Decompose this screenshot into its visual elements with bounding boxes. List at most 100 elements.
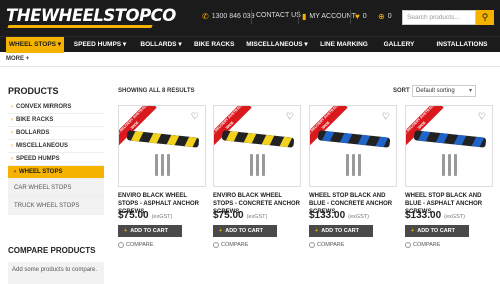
main-nav: WHEEL STOPS ▾ SPEED HUMPS ▾ BOLLARDS ▾ B… — [0, 36, 500, 53]
stripe — [184, 136, 198, 148]
add-to-cart-button[interactable]: + ADD TO CART — [213, 225, 277, 237]
sidebar-item-label: CAR WHEEL STOPS — [14, 185, 72, 191]
product-image[interactable]: FREE DELIVERY AUSTRALIA WIDE ♡ — [118, 105, 206, 187]
product-gst: (exGST) — [348, 214, 369, 220]
search-input[interactable]: Search products... — [402, 10, 476, 25]
compare-checkbox[interactable]: COMPARE — [405, 242, 493, 248]
wishlist-link[interactable]: ♥ 0 — [355, 12, 367, 21]
nav-speed-humps[interactable]: SPEED HUMPS ▾ — [72, 37, 128, 53]
nav-label: INSTALLATIONS — [436, 41, 488, 48]
sort-value: Default sorting — [416, 88, 455, 94]
product-gst: (exGST) — [246, 214, 268, 220]
product-price: $133.00 — [309, 210, 346, 221]
sidebar-item-wheel-stops[interactable]: › WHEEL STOPS — [8, 166, 104, 179]
stripe — [339, 132, 353, 144]
stripe — [243, 132, 257, 144]
nav-gallery[interactable]: GALLERY — [382, 37, 416, 53]
nav-label: SPEED HUMPS — [73, 41, 122, 48]
product-image[interactable]: FREE DELIVERY AUSTRALIA WIDE ♡ — [309, 105, 397, 187]
product-price: $75.00 — [213, 210, 244, 221]
sidebar-item-label: WHEEL STOPS — [19, 169, 63, 175]
sidebar-item-bollards[interactable]: › BOLLARDS — [8, 127, 104, 140]
plus-icon: + — [411, 228, 415, 234]
nav-bollards[interactable]: BOLLARDS ▾ — [136, 37, 186, 53]
nav-label: MISCELLANEOUS — [246, 41, 303, 48]
product-name[interactable]: WHEEL STOP BLACK AND BLUE - ASPHALT ANCH… — [405, 192, 493, 215]
logo-text: THEWHEELSTOPCO — [6, 6, 176, 25]
wheel-stop-image — [221, 130, 295, 148]
phone-number: 1300 846 039 — [211, 13, 255, 20]
chevron-right-icon: › — [11, 117, 13, 123]
nav-bike-racks[interactable]: BIKE RACKS — [194, 37, 234, 53]
wishlist-heart-icon[interactable]: ♡ — [382, 111, 390, 122]
stripe — [435, 132, 449, 144]
sidebar-subitem-truck-wheel-stops[interactable]: TRUCK WHEEL STOPS — [8, 197, 104, 215]
anchor-screws-image — [442, 154, 457, 176]
more-link[interactable]: MORE + — [6, 56, 29, 62]
radio-icon — [213, 242, 219, 248]
anchor-screws-image — [250, 154, 265, 176]
product-image[interactable]: FREE DELIVERY AUSTRALIA WIDE ♡ — [405, 105, 493, 187]
plus-icon: + — [219, 228, 223, 234]
sidebar-item-miscellaneous[interactable]: › MISCELLANEOUS — [8, 140, 104, 153]
sidebar-item-convex-mirrors[interactable]: › CONVEX MIRRORS — [8, 101, 104, 114]
product-name[interactable]: ENVIRO BLACK WHEEL STOPS - CONCRETE ANCH… — [213, 192, 301, 215]
product-image[interactable]: FREE DELIVERY AUSTRALIA WIDE ♡ — [213, 105, 301, 187]
wishlist-count: 0 — [362, 13, 367, 20]
add-to-cart-button[interactable]: + ADD TO CART — [118, 225, 182, 237]
stripe — [148, 132, 162, 144]
chevron-right-icon: › — [11, 130, 13, 136]
heart-icon: ♥ — [355, 12, 360, 21]
site-logo[interactable]: THEWHEELSTOPCO — [6, 5, 176, 29]
results-count: SHOWING ALL 8 RESULTS — [118, 88, 195, 94]
cart-count: 0 — [387, 13, 392, 20]
search-button[interactable]: ⚲ — [476, 10, 494, 25]
compare-label: COMPARE — [317, 242, 345, 248]
cart-link[interactable]: ⊕ 0 — [378, 12, 392, 21]
nav-installations[interactable]: INSTALLATIONS — [430, 37, 494, 53]
wishlist-heart-icon[interactable]: ♡ — [286, 111, 294, 122]
phone-link[interactable]: ✆ 1300 846 039 — [202, 12, 255, 21]
anchor-screws-image — [346, 154, 361, 176]
account-link[interactable]: ▮ MY ACCOUNT — [302, 12, 356, 21]
product-card: FREE DELIVERY AUSTRALIA WIDE ♡ ENVIRO BL… — [118, 105, 206, 248]
wheel-stop-image — [413, 130, 487, 148]
product-name[interactable]: WHEEL STOP BLACK AND BLUE - CONCRETE ANC… — [309, 192, 397, 215]
compare-products-title: COMPARE PRODUCTS — [8, 246, 96, 255]
divider — [350, 10, 351, 24]
nav-label: BOLLARDS — [140, 41, 177, 48]
nav-miscellaneous[interactable]: MISCELLANEOUS ▾ — [244, 37, 310, 53]
compare-checkbox[interactable]: COMPARE — [309, 242, 397, 248]
contact-link[interactable]: CONTACT US — [256, 12, 301, 19]
wheel-stop-image — [317, 130, 391, 148]
product-name[interactable]: ENVIRO BLACK WHEEL STOPS - ASPHALT ANCHO… — [118, 192, 206, 215]
product-card: FREE DELIVERY AUSTRALIA WIDE ♡ WHEEL STO… — [309, 105, 397, 248]
wishlist-heart-icon[interactable]: ♡ — [191, 111, 199, 122]
radio-icon — [309, 242, 315, 248]
wishlist-heart-icon[interactable]: ♡ — [478, 111, 486, 122]
compare-checkbox[interactable]: COMPARE — [118, 242, 206, 248]
sidebar-item-label: MISCELLANEOUS — [16, 143, 69, 149]
nav-line-marking[interactable]: LINE MARKING — [318, 37, 370, 53]
sidebar-subitem-car-wheel-stops[interactable]: CAR WHEEL STOPS — [8, 179, 104, 197]
product-gst: (exGST) — [151, 214, 173, 220]
plus-icon: + — [124, 228, 128, 234]
sidebar-item-bike-racks[interactable]: › BIKE RACKS — [8, 114, 104, 127]
stripe — [321, 131, 335, 142]
add-to-cart-button[interactable]: + ADD TO CART — [309, 225, 373, 237]
compare-checkbox[interactable]: COMPARE — [213, 242, 301, 248]
divider — [251, 10, 252, 24]
compare-products-box: Add some products to compare. — [8, 262, 104, 284]
sort-select[interactable]: Default sorting ▾ — [412, 85, 476, 97]
compare-empty-text: Add some products to compare. — [12, 267, 98, 273]
product-card: FREE DELIVERY AUSTRALIA WIDE ♡ WHEEL STO… — [405, 105, 493, 248]
product-price-row: $75.00 (exGST) — [118, 210, 206, 221]
stripe — [225, 131, 239, 142]
nav-wheel-stops[interactable]: WHEEL STOPS ▾ — [6, 37, 64, 53]
add-to-cart-button[interactable]: + ADD TO CART — [405, 225, 469, 237]
product-price-row: $133.00 (exGST) — [405, 210, 493, 221]
nav-label: LINE MARKING — [320, 41, 368, 48]
sidebar-item-label: SPEED HUMPS — [16, 156, 60, 162]
sidebar-item-speed-humps[interactable]: › SPEED HUMPS — [8, 153, 104, 166]
add-to-cart-label: ADD TO CART — [225, 228, 264, 234]
